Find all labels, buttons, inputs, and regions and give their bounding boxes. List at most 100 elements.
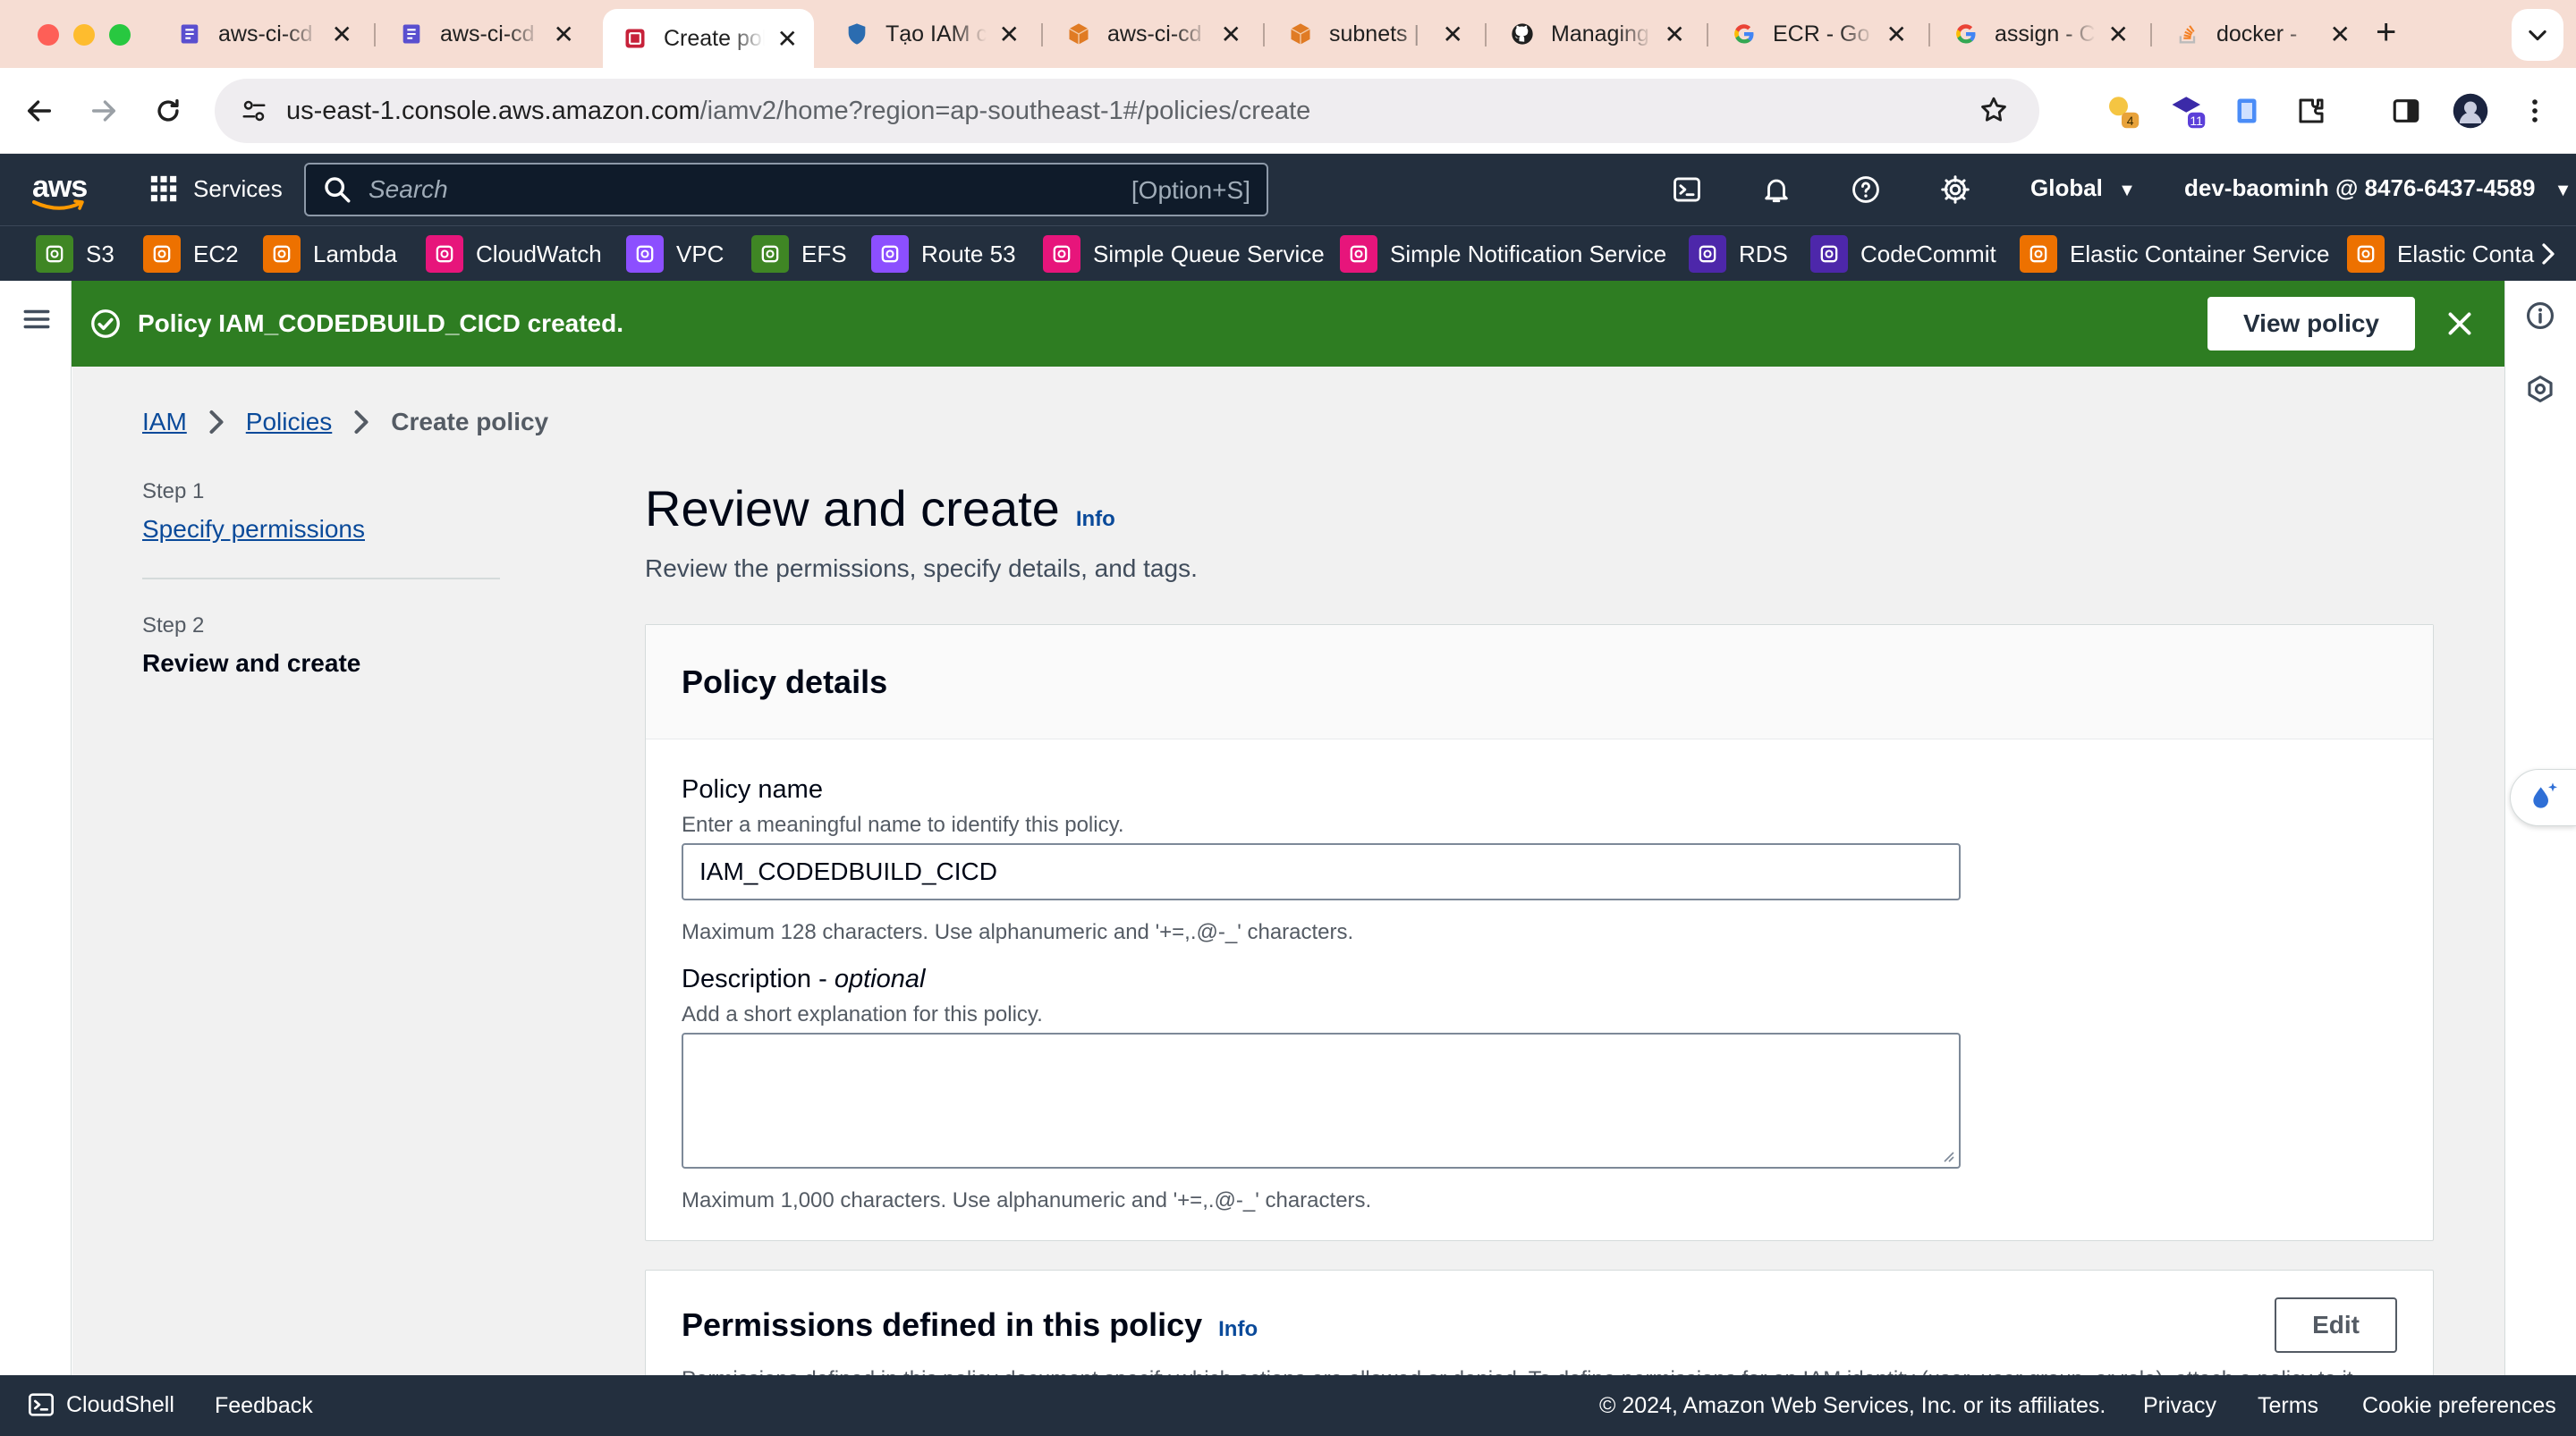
- close-tab-icon[interactable]: ✕: [777, 24, 798, 54]
- policy-details-header: Policy details: [646, 625, 2433, 739]
- service-icon: [751, 235, 789, 273]
- favorite-service-link[interactable]: RDS: [1689, 235, 1788, 273]
- help-icon[interactable]: [1848, 172, 1884, 207]
- feedback-link[interactable]: Feedback: [215, 1393, 313, 1419]
- close-tab-icon[interactable]: ✕: [1665, 20, 1685, 49]
- step-1-link[interactable]: Specify permissions: [142, 515, 500, 544]
- favorite-service-link[interactable]: Simple Notification Service: [1340, 235, 1666, 273]
- tab-search-button[interactable]: [2512, 9, 2563, 61]
- resize-handle-icon[interactable]: [1941, 1149, 1955, 1163]
- arrow-left-icon: [27, 100, 52, 122]
- account-menu[interactable]: dev-baominh @ 8476-6437-4589 ▼: [2184, 174, 2572, 202]
- reload-button[interactable]: [147, 89, 190, 132]
- tab-title: aws-ci-cd: [218, 21, 313, 46]
- services-menu-button[interactable]: Services: [148, 173, 283, 204]
- search-input[interactable]: Search [Option+S]: [304, 163, 1268, 216]
- region-selector[interactable]: Global ▼: [2030, 174, 2136, 202]
- favorite-service-link[interactable]: CloudWatch: [426, 235, 602, 273]
- browser-tab[interactable]: aws-ci-cd ✕: [1046, 9, 1258, 59]
- favorite-service-link[interactable]: Simple Queue Service: [1043, 235, 1325, 273]
- cloudshell-nav-icon[interactable]: [1669, 172, 1705, 207]
- privacy-link[interactable]: Privacy: [2143, 1393, 2216, 1419]
- window-close-button[interactable]: [38, 24, 59, 46]
- permissions-info-link[interactable]: Info: [1218, 1317, 1258, 1342]
- browser-tab[interactable]: subnets | ✕: [1268, 9, 1479, 59]
- back-button[interactable]: [18, 89, 61, 132]
- browser-tab[interactable]: docker - ✕: [2156, 9, 2367, 59]
- title-info-link[interactable]: Info: [1076, 507, 1115, 532]
- extensions-puzzle-icon[interactable]: [2290, 89, 2333, 132]
- favorite-service-link[interactable]: EFS: [751, 235, 847, 273]
- favorites-scroll-right-icon[interactable]: [2535, 239, 2562, 269]
- caret-down-icon: ▼: [2118, 181, 2136, 200]
- iam-icon: [623, 26, 648, 51]
- bookmark-star-icon[interactable]: [1979, 95, 2009, 125]
- tab-separator: [1485, 23, 1487, 46]
- step-1-label: Step 1: [142, 479, 205, 503]
- browser-tab[interactable]: assign - C ✕: [1934, 9, 2145, 59]
- favorite-service-link[interactable]: Elastic Container Service: [2020, 235, 2329, 273]
- notifications-bell-icon[interactable]: [1758, 172, 1794, 207]
- cookie-preferences-link[interactable]: Cookie preferences: [2362, 1393, 2556, 1419]
- tab-title: docker -: [2216, 21, 2298, 46]
- terms-link[interactable]: Terms: [2258, 1393, 2318, 1419]
- browser-tab[interactable]: aws-ci-cd ✕: [157, 9, 369, 59]
- extension-3-icon[interactable]: [2225, 89, 2268, 132]
- browser-tab[interactable]: Tạo IAM c ✕: [825, 9, 1036, 59]
- view-policy-button[interactable]: View policy: [2207, 297, 2415, 351]
- settings-gear-icon[interactable]: [1937, 172, 1973, 207]
- aws-logo[interactable]: aws: [32, 170, 88, 212]
- favorite-service-link[interactable]: EC2: [143, 235, 239, 273]
- assistant-sparkle-button[interactable]: [2510, 769, 2576, 826]
- codecommit-icon: [399, 21, 424, 46]
- window-zoom-button[interactable]: [109, 24, 131, 46]
- copyright-text: © 2024, Amazon Web Services, Inc. or its…: [1599, 1393, 2106, 1418]
- favorite-service-link[interactable]: VPC: [626, 235, 724, 273]
- policy-details-card: Policy details Policy name Enter a meani…: [645, 624, 2434, 1241]
- favorite-service-link[interactable]: Route 53: [871, 235, 1016, 273]
- side-panel-icon[interactable]: [2385, 89, 2428, 132]
- window-minimize-button[interactable]: [73, 24, 95, 46]
- tab-title: Managing: [1551, 21, 1649, 46]
- profile-avatar[interactable]: [2449, 89, 2492, 132]
- close-tab-icon[interactable]: ✕: [2108, 20, 2129, 49]
- favorite-service-link[interactable]: Elastic Conta: [2347, 235, 2534, 273]
- close-tab-icon[interactable]: ✕: [999, 20, 1020, 49]
- browser-tab[interactable]: Managing ✕: [1490, 9, 1701, 59]
- new-tab-button[interactable]: +: [2376, 13, 2396, 53]
- browser-menu-icon[interactable]: [2513, 89, 2556, 132]
- browser-tab[interactable]: aws-ci-cd ✕: [379, 9, 590, 59]
- favorite-service-link[interactable]: Lambda: [263, 235, 397, 273]
- cloudshell-icon: [29, 1393, 54, 1416]
- page-title: Review and create Info: [645, 480, 1115, 536]
- forward-button[interactable]: [82, 89, 125, 132]
- site-info-icon[interactable]: [231, 88, 277, 134]
- breadcrumb-iam-link[interactable]: IAM: [142, 408, 187, 436]
- info-panel-icon[interactable]: [2525, 300, 2555, 331]
- breadcrumb-policies-link[interactable]: Policies: [246, 408, 332, 436]
- extension-1-icon[interactable]: 4: [2100, 89, 2143, 132]
- close-tab-icon[interactable]: ✕: [2330, 20, 2351, 49]
- tutorial-panel-icon[interactable]: [2525, 374, 2555, 404]
- address-bar[interactable]: us-east-1.console.aws.amazon.com/iamv2/h…: [215, 79, 2039, 143]
- google-icon: [1732, 21, 1757, 46]
- edit-permissions-button[interactable]: Edit: [2275, 1297, 2397, 1353]
- description-textarea[interactable]: [682, 1033, 1961, 1169]
- close-tab-icon[interactable]: ✕: [1221, 20, 1241, 49]
- close-tab-icon[interactable]: ✕: [332, 20, 352, 49]
- menu-toggle-icon[interactable]: [21, 304, 52, 334]
- browser-tab[interactable]: ECR - Go ✕: [1712, 9, 1923, 59]
- tab-separator: [1263, 23, 1265, 46]
- close-tab-icon[interactable]: ✕: [554, 20, 574, 49]
- dismiss-flash-button[interactable]: [2444, 308, 2476, 340]
- favorite-service-link[interactable]: CodeCommit: [1810, 235, 1996, 273]
- close-tab-icon[interactable]: ✕: [1886, 20, 1907, 49]
- service-icon: [1810, 235, 1848, 273]
- cloudshell-button[interactable]: CloudShell: [27, 1390, 174, 1419]
- browser-tab[interactable]: Create policy ✕: [603, 9, 814, 68]
- extension-2-icon[interactable]: 11: [2166, 89, 2209, 132]
- favorite-service-link[interactable]: S3: [36, 235, 114, 273]
- policy-name-input[interactable]: IAM_CODEDBUILD_CICD: [682, 843, 1961, 900]
- codecommit-icon: [177, 21, 202, 46]
- close-tab-icon[interactable]: ✕: [1443, 20, 1463, 49]
